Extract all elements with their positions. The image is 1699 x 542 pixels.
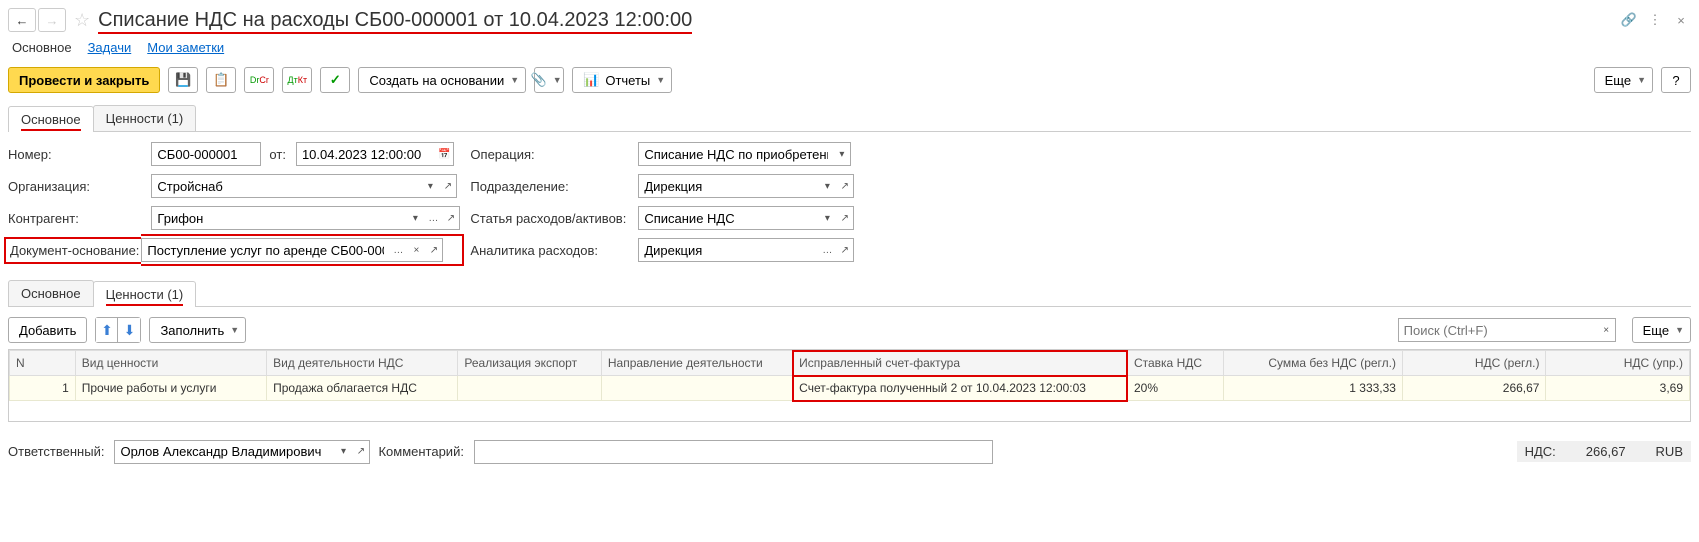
open-icon[interactable]: ↗	[836, 206, 854, 230]
search-input[interactable]	[1398, 318, 1598, 342]
col-nds-reg[interactable]: НДС (регл.)	[1402, 351, 1545, 376]
date-field[interactable]	[296, 142, 436, 166]
cell-nds-reg: 266,67	[1402, 376, 1545, 401]
col-export[interactable]: Реализация экспорт	[458, 351, 601, 376]
table-more-button[interactable]: Еще▼	[1632, 317, 1691, 343]
col-asset-kind[interactable]: Вид ценности	[75, 351, 266, 376]
table-row[interactable]: 1 Прочие работы и услуги Продажа облагае…	[10, 376, 1690, 401]
move-down-button[interactable]: ⬇	[118, 318, 140, 342]
cell-sum-wo: 1 333,33	[1223, 376, 1402, 401]
chevron-down-icon[interactable]: ▾	[833, 142, 851, 166]
col-nds-upr[interactable]: НДС (упр.)	[1546, 351, 1690, 376]
open-icon[interactable]: ↗	[836, 238, 854, 262]
dt-kt-button[interactable]: DrCr	[244, 67, 274, 93]
open-icon[interactable]: ↗	[442, 206, 460, 230]
chevron-down-icon[interactable]: ▾	[818, 174, 836, 198]
cell-nds-upr: 3,69	[1546, 376, 1690, 401]
cell-n: 1	[10, 376, 76, 401]
calendar-icon[interactable]: 📅	[436, 142, 454, 166]
attach-button[interactable]: 📎▼	[534, 67, 564, 93]
page-title: Списание НДС на расходы СБ00-000001 от 1…	[98, 9, 1611, 32]
tab-values-1[interactable]: Ценности (1)	[93, 105, 197, 131]
open-icon[interactable]: ↗	[352, 440, 370, 464]
fill-button[interactable]: Заполнить▼	[149, 317, 246, 343]
expense-item-label: Статья расходов/активов:	[470, 211, 628, 226]
create-based-button[interactable]: Создать на основании▼	[358, 67, 526, 93]
expense-item-field[interactable]	[638, 206, 818, 230]
division-label: Подразделение:	[470, 179, 628, 194]
cell-direction	[601, 376, 792, 401]
chevron-down-icon[interactable]: ▾	[818, 206, 836, 230]
number-field[interactable]	[151, 142, 261, 166]
col-n[interactable]: N	[10, 351, 76, 376]
comment-field[interactable]	[474, 440, 993, 464]
chevron-down-icon[interactable]: ▾	[334, 440, 352, 464]
analytics-label: Аналитика расходов:	[470, 243, 628, 258]
post-button[interactable]: 📋	[206, 67, 236, 93]
basis-field[interactable]	[141, 238, 389, 262]
col-direction[interactable]: Направление деятельности	[601, 351, 792, 376]
division-field[interactable]	[638, 174, 818, 198]
tab-main-1[interactable]: Основное	[8, 106, 94, 132]
section-main[interactable]: Основное	[12, 40, 72, 55]
analytics-field[interactable]	[638, 238, 818, 262]
more-button[interactable]: Еще▼	[1594, 67, 1653, 93]
org-label: Организация:	[8, 179, 141, 194]
contractor-field[interactable]	[151, 206, 406, 230]
responsible-field[interactable]	[114, 440, 334, 464]
ellipsis-icon[interactable]: …	[818, 238, 836, 262]
responsible-label: Ответственный:	[8, 444, 106, 459]
tab-main-2[interactable]: Основное	[8, 280, 94, 306]
org-field[interactable]	[151, 174, 421, 198]
col-rate[interactable]: Ставка НДС	[1127, 351, 1223, 376]
open-icon[interactable]: ↗	[439, 174, 457, 198]
section-notes[interactable]: Мои заметки	[147, 40, 224, 55]
col-activity-kind[interactable]: Вид деятельности НДС	[267, 351, 458, 376]
contractor-label: Контрагент:	[8, 211, 141, 226]
post-and-close-button[interactable]: Провести и закрыть	[8, 67, 160, 93]
chevron-down-icon[interactable]: ▾	[406, 206, 424, 230]
section-tasks[interactable]: Задачи	[88, 40, 132, 55]
reports-button[interactable]: 📊 Отчеты▼	[572, 67, 672, 93]
back-button[interactable]: ←	[8, 8, 36, 32]
from-label: от:	[269, 147, 288, 162]
help-button[interactable]: ?	[1661, 67, 1691, 93]
forward-button[interactable]: →	[38, 8, 66, 32]
favorite-star-icon[interactable]: ☆	[74, 10, 90, 31]
chevron-down-icon[interactable]: ▾	[421, 174, 439, 198]
col-sum-wo[interactable]: Сумма без НДС (регл.)	[1223, 351, 1402, 376]
cell-asset-kind: Прочие работы и услуги	[75, 376, 266, 401]
number-label: Номер:	[8, 147, 141, 162]
clear-icon[interactable]: ×	[407, 238, 425, 262]
cell-invoice: Счет-фактура полученный 2 от 10.04.2023 …	[793, 376, 1128, 401]
col-invoice[interactable]: Исправленный счет-фактура	[793, 351, 1128, 376]
cell-export	[458, 376, 601, 401]
basis-label: Документ-основание:	[4, 237, 141, 264]
open-icon[interactable]: ↗	[836, 174, 854, 198]
dt-kt-alt-button[interactable]: ДтКт	[282, 67, 312, 93]
nds-total-value: 266,67	[1586, 444, 1626, 459]
nds-total-label: НДС:	[1525, 444, 1556, 459]
link-icon[interactable]: 🔗	[1619, 10, 1639, 30]
cell-rate: 20%	[1127, 376, 1223, 401]
tab-values-2[interactable]: Ценности (1)	[93, 281, 197, 307]
close-icon[interactable]: ×	[1671, 10, 1691, 30]
cell-activity-kind: Продажа облагается НДС	[267, 376, 458, 401]
operation-label: Операция:	[470, 147, 628, 162]
comment-label: Комментарий:	[378, 444, 466, 459]
open-icon[interactable]: ↗	[425, 238, 443, 262]
more-icon[interactable]: ⋮	[1645, 10, 1665, 30]
clear-search-icon[interactable]: ×	[1598, 318, 1616, 342]
save-button[interactable]: 💾	[168, 67, 198, 93]
ellipsis-icon[interactable]: …	[389, 238, 407, 262]
add-button[interactable]: Добавить	[8, 317, 87, 343]
nds-currency: RUB	[1656, 444, 1683, 459]
ellipsis-icon[interactable]: …	[424, 206, 442, 230]
check-button[interactable]: ✓	[320, 67, 350, 93]
move-up-button[interactable]: ⬆	[96, 318, 118, 342]
operation-field[interactable]	[638, 142, 833, 166]
